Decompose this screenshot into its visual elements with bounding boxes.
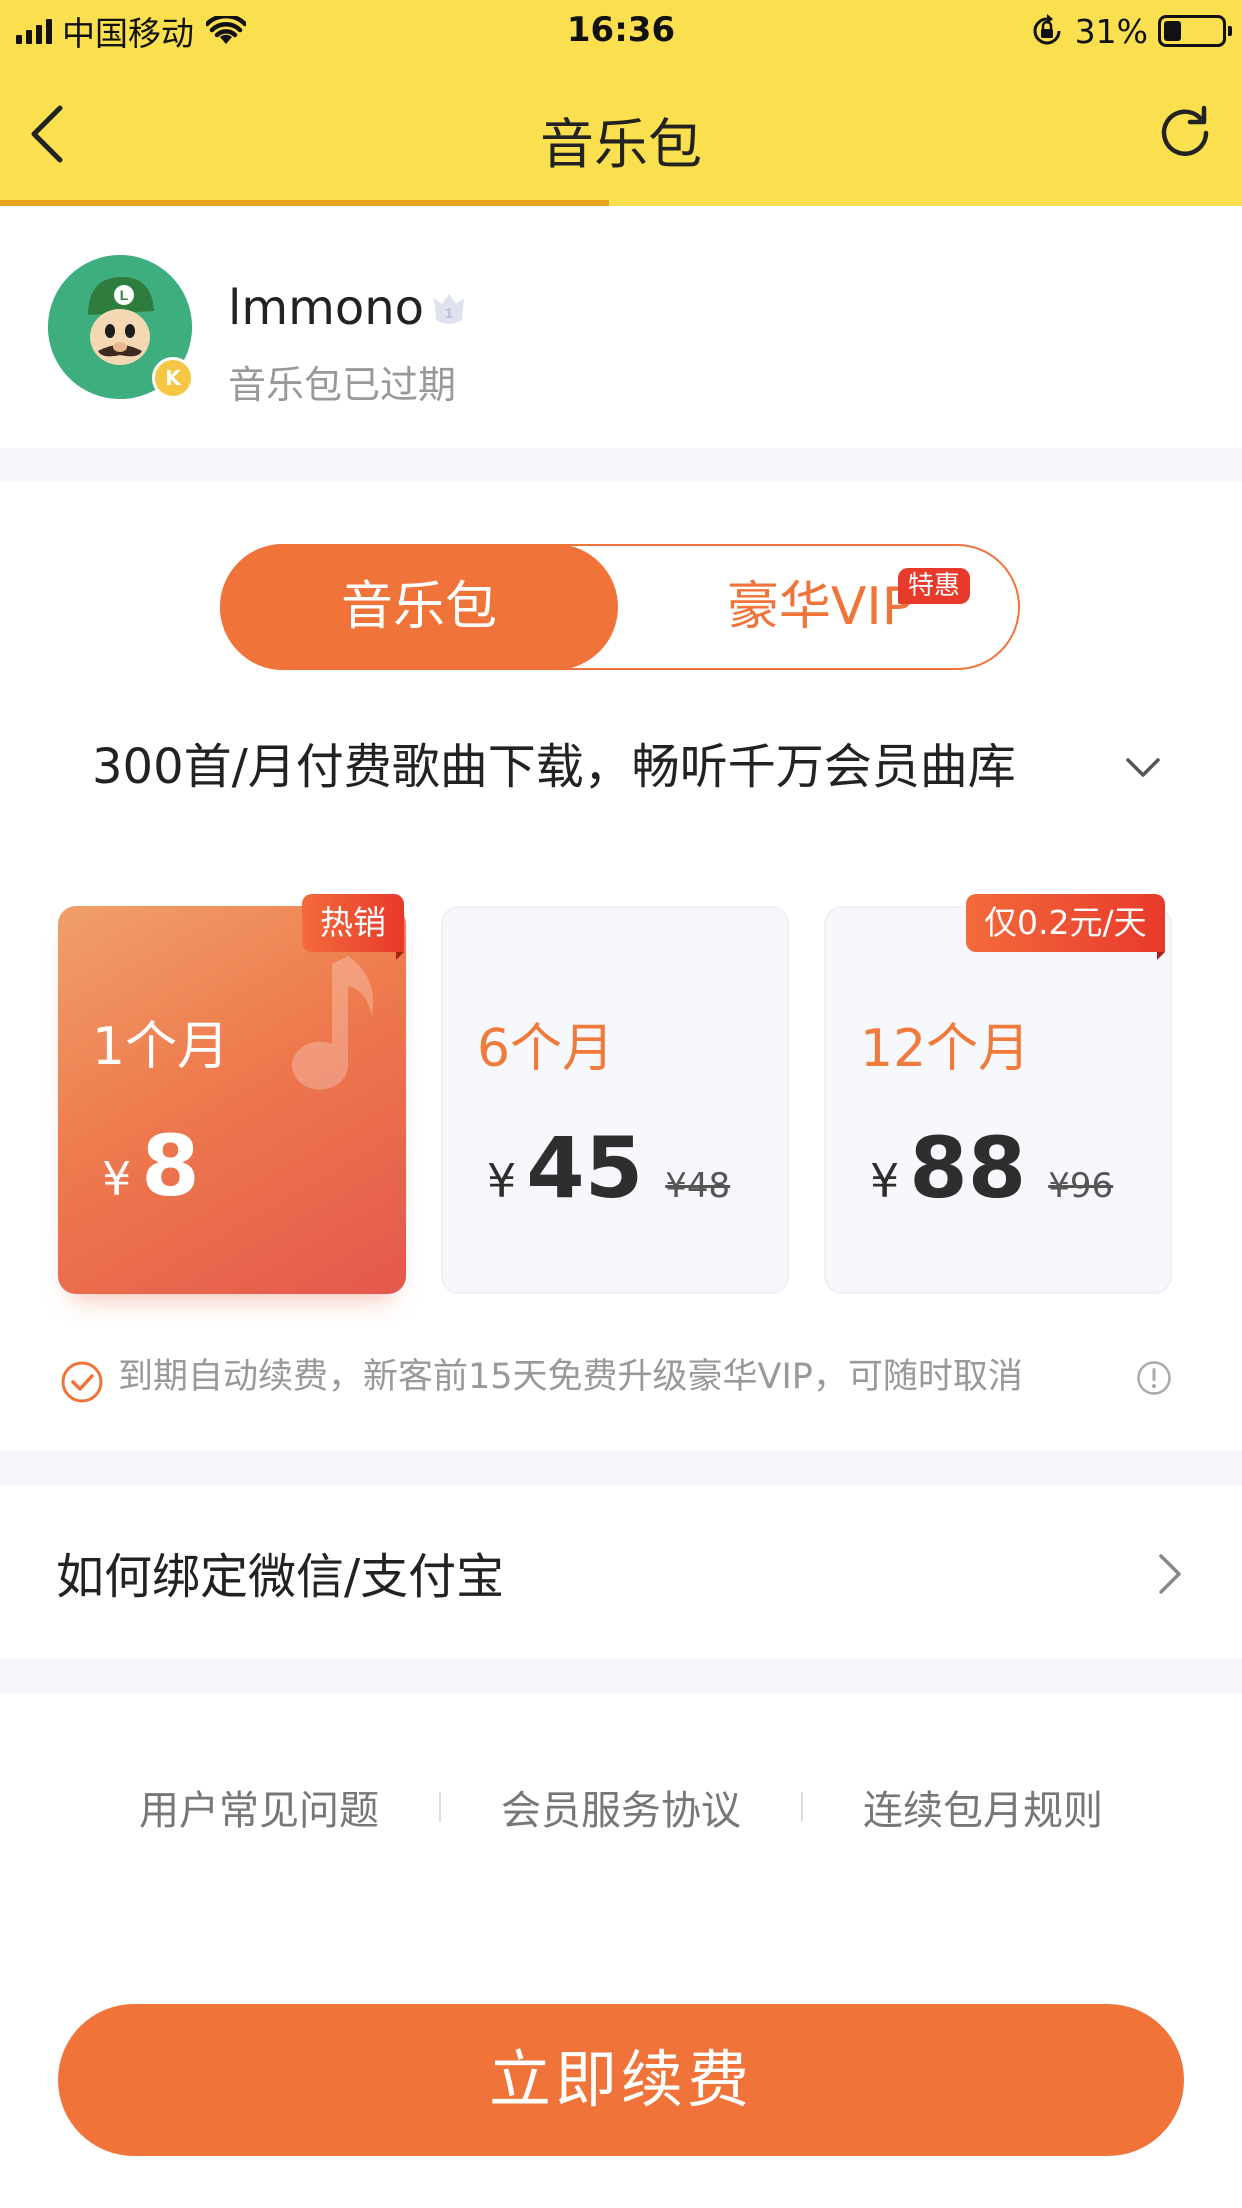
- plan-price: ¥ 88 ¥96: [870, 1126, 1113, 1210]
- currency-symbol: ¥: [487, 1154, 517, 1208]
- currency-symbol: ¥: [102, 1152, 132, 1206]
- page-title: 音乐包: [540, 113, 702, 176]
- rotation-lock-icon: [1033, 14, 1061, 45]
- price-amount: 88: [909, 1119, 1027, 1217]
- battery-fill: [1164, 21, 1182, 41]
- username: lmmono: [228, 280, 425, 336]
- avatar[interactable]: L K: [48, 255, 194, 399]
- status-bar: 中国移动 16:36 31%: [0, 0, 1242, 62]
- chevron-down-icon[interactable]: [1124, 752, 1162, 782]
- plan-period: 1个月: [92, 1017, 230, 1077]
- svg-text:1: 1: [445, 305, 453, 321]
- membership-status: 音乐包已过期: [228, 363, 457, 407]
- hot-sale-badge: 热销: [302, 894, 404, 960]
- plan-card-1-month[interactable]: 1个月 ¥ 8: [58, 906, 406, 1294]
- bind-payment-row[interactable]: 如何绑定微信/支付宝: [0, 1485, 1242, 1659]
- profile-section: L K lmmono 1 音乐包已过期: [0, 206, 1242, 448]
- benefit-description-row[interactable]: 300首/月付费歌曲下载，畅听千万会员曲库: [92, 732, 1162, 802]
- refresh-icon[interactable]: [1154, 102, 1216, 164]
- chevron-right-icon: [1159, 1554, 1181, 1594]
- tab-music-package[interactable]: 音乐包: [220, 544, 618, 670]
- crown-shield-icon: 1: [434, 294, 464, 324]
- price-amount: 8: [141, 1117, 200, 1215]
- auto-renew-text: 到期自动续费，新客前15天免费升级豪华VIP，可随时取消: [118, 1357, 1023, 1397]
- renewal-rules-link[interactable]: 连续包月规则: [803, 1778, 1163, 1836]
- check-circle-icon[interactable]: [60, 1360, 104, 1404]
- section-divider: [0, 1451, 1242, 1485]
- benefit-description: 300首/月付费歌曲下载，畅听千万会员曲库: [92, 739, 1016, 795]
- price-amount: 45: [526, 1119, 644, 1217]
- original-price: ¥48: [665, 1166, 731, 1206]
- plan-card-12-months[interactable]: 12个月 ¥ 88 ¥96: [824, 906, 1172, 1294]
- section-divider: [0, 448, 1242, 482]
- plan-type-switch: 音乐包 豪华VIP 特惠: [220, 544, 1020, 670]
- bind-payment-label: 如何绑定微信/支付宝: [56, 1549, 505, 1605]
- special-offer-badge: 特惠: [898, 568, 971, 604]
- plan-price: ¥ 8: [102, 1124, 200, 1208]
- plan-price: ¥ 45 ¥48: [487, 1126, 730, 1210]
- currency-symbol: ¥: [870, 1154, 900, 1208]
- original-price: ¥96: [1048, 1166, 1114, 1206]
- status-right: 31%: [1029, 10, 1232, 52]
- footer-links: 用户常见问题 会员服务协议 连续包月规则: [0, 1772, 1242, 1842]
- renew-now-button[interactable]: 立即续费: [58, 2004, 1184, 2156]
- music-note-icon: [292, 956, 373, 1090]
- tab-luxury-vip[interactable]: 豪华VIP: [618, 544, 1022, 670]
- k-badge-icon: K: [152, 357, 194, 399]
- plan-period: 12个月: [860, 1019, 1031, 1079]
- daily-price-badge: 仅0.2元/天: [966, 894, 1165, 960]
- info-icon[interactable]: [1136, 1360, 1172, 1396]
- faq-link[interactable]: 用户常见问题: [79, 1778, 439, 1836]
- battery-percent: 31%: [1074, 11, 1148, 51]
- plan-card-6-months[interactable]: 6个月 ¥ 45 ¥48: [441, 906, 789, 1294]
- svg-text:L: L: [120, 287, 129, 303]
- battery-icon: [1158, 15, 1232, 47]
- nav-bar: 音乐包: [0, 62, 1242, 206]
- section-divider: [0, 1659, 1242, 1693]
- auto-renew-row: 到期自动续费，新客前15天免费升级豪华VIP，可随时取消: [60, 1352, 1180, 1404]
- plan-period: 6个月: [477, 1019, 615, 1079]
- header: 中国移动 16:36 31% 音乐包: [0, 0, 1242, 206]
- service-agreement-link[interactable]: 会员服务协议: [441, 1778, 801, 1836]
